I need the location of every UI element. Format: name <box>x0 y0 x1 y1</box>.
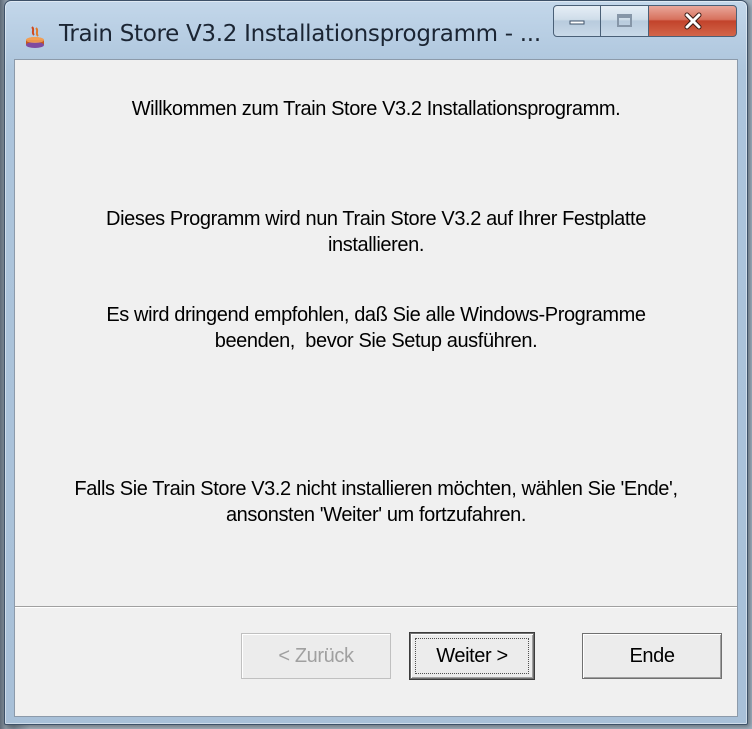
back-button[interactable]: < Zurück <box>241 633 391 679</box>
cancel-info-line-2: ansonsten 'Weiter' um fortzufahren. <box>225 504 527 526</box>
install-paragraph-line-2: installieren. <box>328 234 424 256</box>
minimize-icon <box>569 20 585 25</box>
maximize-button[interactable] <box>601 5 649 37</box>
install-paragraph-line-1: Dieses Programm wird nun Train Store V3.… <box>106 208 646 230</box>
welcome-heading: Willkommen zum Train Store V3.2 Installa… <box>15 96 737 122</box>
caption-buttons <box>553 5 737 39</box>
install-paragraph: Dieses Programm wird nun Train Store V3.… <box>15 206 737 258</box>
focus-rectangle <box>415 638 529 674</box>
cancel-info-line-1: Falls Sie Train Store V3.2 nicht install… <box>74 478 678 500</box>
window-title: Train Store V3.2 Installationsprogramm -… <box>59 21 541 47</box>
recommendation-paragraph: Es wird dringend empfohlen, daß Sie alle… <box>15 302 737 354</box>
recommendation-line-2: beenden, bevor Sie Setup ausführen. <box>214 330 538 352</box>
minimize-button[interactable] <box>553 5 601 37</box>
recommendation-line-1: Es wird dringend empfohlen, daß Sie alle… <box>106 304 646 326</box>
button-separator <box>15 606 737 608</box>
end-button-label: Ende <box>629 644 675 667</box>
end-button[interactable]: Ende <box>582 633 722 679</box>
back-button-label: < Zurück <box>278 644 354 667</box>
close-button[interactable] <box>649 5 737 37</box>
close-icon <box>684 12 701 30</box>
dialog-body: Willkommen zum Train Store V3.2 Installa… <box>14 59 738 717</box>
installer-window: Train Store V3.2 Installationsprogramm -… <box>4 0 748 725</box>
maximize-icon <box>616 14 632 27</box>
installer-icon <box>23 25 47 49</box>
cancel-info-paragraph: Falls Sie Train Store V3.2 nicht install… <box>15 476 737 528</box>
welcome-text: Willkommen zum Train Store V3.2 Installa… <box>131 98 621 120</box>
title-bar[interactable]: Train Store V3.2 Installationsprogramm -… <box>5 1 747 61</box>
next-button[interactable]: Weiter > <box>409 632 535 680</box>
